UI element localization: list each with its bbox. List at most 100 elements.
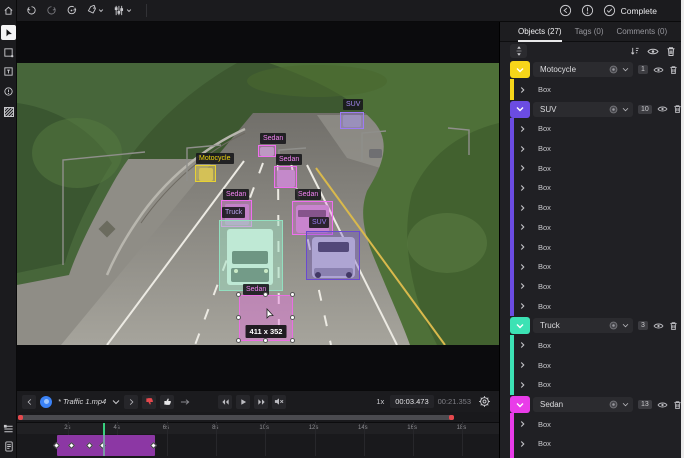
- box-chevron-icon[interactable]: [520, 164, 525, 172]
- box-row[interactable]: Box: [500, 137, 682, 159]
- annotation-box[interactable]: [258, 145, 276, 157]
- select-tool[interactable]: [1, 25, 16, 40]
- complete-button[interactable]: Complete: [603, 4, 657, 17]
- box-chevron-icon[interactable]: [520, 243, 525, 251]
- group-color-chevron[interactable]: [510, 61, 530, 79]
- group-eye-icon[interactable]: [653, 322, 664, 330]
- box-chevron-icon[interactable]: [520, 86, 525, 94]
- tab-objects[interactable]: Objects (27): [518, 22, 562, 42]
- object-group-row[interactable]: Truck 3: [500, 316, 682, 336]
- undo-icon[interactable]: [26, 5, 37, 16]
- box-chevron-icon[interactable]: [520, 381, 525, 389]
- issue-circle-icon[interactable]: [581, 4, 594, 17]
- video-frame[interactable]: SUV Sedan Motocycle Sedan Sedan Truck Sedan SUV…: [17, 63, 499, 345]
- selection-handle[interactable]: [263, 292, 268, 297]
- annotation-label[interactable]: Sedan: [295, 189, 322, 200]
- group-color-chevron[interactable]: [510, 396, 530, 414]
- annotation-label[interactable]: Sedan: [276, 154, 303, 165]
- group-pill[interactable]: Sedan: [533, 397, 633, 413]
- box-row[interactable]: Box: [500, 334, 682, 356]
- selection-handle[interactable]: [263, 338, 268, 343]
- mute-button[interactable]: [272, 394, 287, 409]
- issue-tool[interactable]: [1, 84, 16, 99]
- keyframe-diamond[interactable]: [67, 441, 76, 450]
- selection-handle[interactable]: [236, 315, 241, 320]
- box-chevron-icon[interactable]: [520, 125, 525, 133]
- box-chevron-icon[interactable]: [520, 302, 525, 310]
- group-trash-icon[interactable]: [669, 321, 678, 331]
- keyframe-diamond[interactable]: [52, 441, 61, 450]
- selection-handle[interactable]: [290, 338, 295, 343]
- box-chevron-icon[interactable]: [520, 184, 525, 192]
- group-dropdown-icon[interactable]: [622, 323, 629, 328]
- annotation-box[interactable]: [195, 165, 216, 182]
- box-chevron-icon[interactable]: [520, 420, 525, 428]
- next-frame-button[interactable]: [254, 394, 269, 409]
- group-eye-icon[interactable]: [653, 66, 664, 74]
- playhead-lower[interactable]: [103, 435, 105, 456]
- reset-icon[interactable]: [66, 5, 77, 16]
- group-trash-icon[interactable]: [669, 65, 678, 75]
- tag-icon[interactable]: [86, 5, 105, 16]
- selection-handle[interactable]: [290, 292, 295, 297]
- mask-tool[interactable]: [1, 104, 16, 119]
- group-pill[interactable]: Truck: [533, 318, 633, 334]
- object-group-row[interactable]: Motocycle 1: [500, 60, 682, 80]
- back-circle-icon[interactable]: [559, 4, 572, 17]
- annotation-box[interactable]: [219, 220, 283, 291]
- tab-tags[interactable]: Tags (0): [575, 22, 604, 42]
- box-row[interactable]: Box: [500, 78, 682, 100]
- group-dropdown-icon[interactable]: [622, 402, 629, 407]
- group-color-chevron[interactable]: [510, 100, 530, 118]
- box-chevron-icon[interactable]: [520, 223, 525, 231]
- group-pill[interactable]: Motocycle: [533, 62, 633, 78]
- group-dropdown-icon[interactable]: [622, 67, 629, 72]
- model-circle-icon[interactable]: [609, 321, 618, 330]
- file-dropdown-icon[interactable]: [112, 399, 120, 405]
- selection-handle[interactable]: [290, 315, 295, 320]
- keyframe-diamond[interactable]: [149, 441, 158, 450]
- group-eye-icon[interactable]: [657, 105, 668, 113]
- selection-handle[interactable]: [236, 338, 241, 343]
- bounding-box-tool[interactable]: [1, 45, 16, 60]
- box-row[interactable]: Box: [500, 196, 682, 218]
- box-row[interactable]: Box: [500, 236, 682, 258]
- group-eye-icon[interactable]: [657, 401, 668, 409]
- annotation-label[interactable]: Sedan: [223, 189, 250, 200]
- play-button[interactable]: [236, 394, 251, 409]
- tab-comments[interactable]: Comments (0): [616, 22, 667, 42]
- playhead[interactable]: [103, 423, 105, 435]
- box-chevron-icon[interactable]: [520, 204, 525, 212]
- report-document-icon[interactable]: [1, 439, 16, 454]
- box-row[interactable]: Box: [500, 374, 682, 395]
- box-row[interactable]: Box: [500, 177, 682, 199]
- settings-gear-icon[interactable]: [478, 395, 491, 408]
- box-chevron-icon[interactable]: [520, 440, 525, 448]
- prev-frame-button[interactable]: [218, 394, 233, 409]
- group-pill[interactable]: SUV: [533, 101, 633, 117]
- speed-label[interactable]: 1x: [376, 397, 384, 406]
- annotation-label[interactable]: SUV: [309, 217, 330, 228]
- annotation-box[interactable]: [340, 112, 364, 129]
- show-all-eye-icon[interactable]: [647, 47, 659, 56]
- box-row[interactable]: Box: [500, 452, 682, 458]
- box-row[interactable]: Box: [500, 295, 682, 317]
- annotation-label[interactable]: Motocycle: [196, 153, 234, 164]
- box-row[interactable]: Box: [500, 255, 682, 277]
- layers-list-icon[interactable]: [1, 421, 16, 436]
- box-chevron-icon[interactable]: [520, 263, 525, 271]
- group-dropdown-icon[interactable]: [622, 107, 629, 112]
- box-row[interactable]: Box: [500, 275, 682, 297]
- group-color-chevron[interactable]: [510, 317, 530, 335]
- delete-all-trash-icon[interactable]: [666, 46, 676, 57]
- skip-arrow-icon[interactable]: [178, 395, 192, 409]
- text-tool[interactable]: [1, 64, 16, 79]
- next-item-button[interactable]: [124, 394, 139, 409]
- box-chevron-icon[interactable]: [520, 341, 525, 349]
- reorder-handle-icon[interactable]: [510, 44, 527, 58]
- filters-icon[interactable]: [114, 5, 133, 16]
- box-row[interactable]: Box: [500, 216, 682, 238]
- sort-icon[interactable]: [630, 46, 640, 56]
- box-chevron-icon[interactable]: [520, 282, 525, 290]
- thumbs-down-button[interactable]: [142, 394, 157, 409]
